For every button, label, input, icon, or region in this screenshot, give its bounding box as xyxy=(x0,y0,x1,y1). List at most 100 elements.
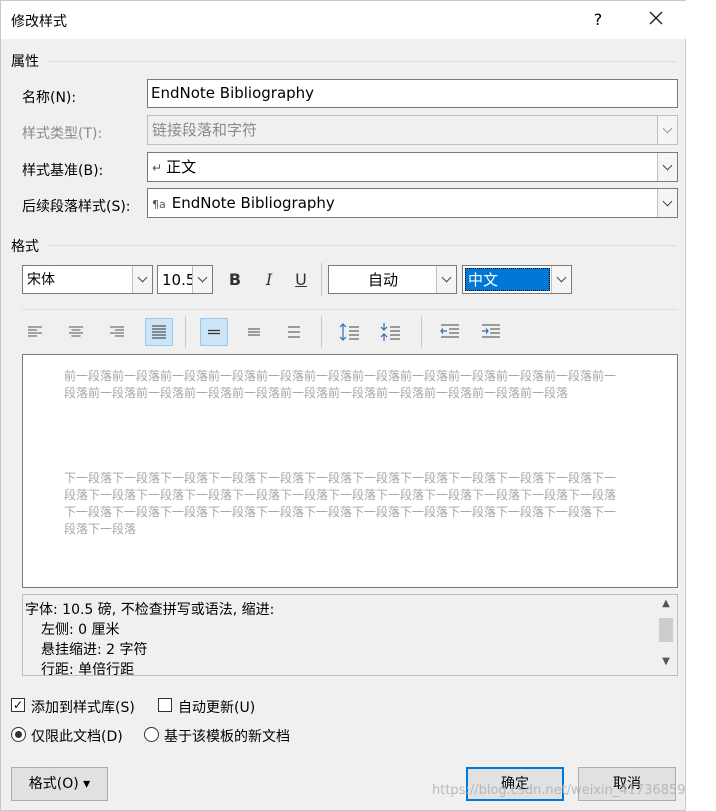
name-field[interactable]: EndNote Bibliography xyxy=(147,79,678,108)
close-button[interactable] xyxy=(639,7,673,33)
chevron-down-icon xyxy=(137,272,148,283)
one-half-spacing-button[interactable] xyxy=(241,319,267,345)
script-select[interactable]: 中文 xyxy=(462,265,572,294)
style-preview: 前一段落前一段落前一段落前一段落前一段落前一段落前一段落前一段落前一段落前一段落… xyxy=(22,354,678,588)
scroll-down-icon[interactable]: ▼ xyxy=(656,656,676,672)
font-color-select[interactable]: 自动 xyxy=(328,265,457,294)
decrease-indent-icon xyxy=(440,324,459,338)
scroll-up-icon[interactable]: ▲ xyxy=(656,598,676,614)
style-based-on-value-wrap: ↵ 正文 xyxy=(152,153,196,182)
radio-selected-dot xyxy=(15,731,22,738)
one-half-spacing-icon xyxy=(248,328,260,336)
auto-update-label[interactable]: 自动更新(U) xyxy=(178,697,255,717)
toolbar-divider xyxy=(22,309,678,310)
font-color-dropdown[interactable] xyxy=(436,266,456,293)
script-value: 中文 xyxy=(465,268,550,291)
bold-button[interactable]: B xyxy=(222,266,248,292)
decrease-spacing-icon xyxy=(380,323,400,341)
style-type-value: 链接段落和字符 xyxy=(152,121,258,139)
toolbar-separator xyxy=(321,316,322,348)
help-button[interactable]: ? xyxy=(581,7,615,33)
watermark: https://blog.csdn.net/weixin_41736859 xyxy=(432,783,686,798)
justify-button[interactable] xyxy=(145,318,173,346)
this-document-only-radio[interactable] xyxy=(11,727,26,742)
font-value: 宋体 xyxy=(27,272,55,288)
name-label: 名称(N): xyxy=(22,90,77,106)
single-spacing-button[interactable] xyxy=(200,318,228,346)
new-documents-radio[interactable] xyxy=(144,727,159,742)
chevron-down-icon xyxy=(441,272,452,283)
description-line: 行距: 单倍行距 xyxy=(41,662,135,676)
next-style-label: 后续段落样式(S): xyxy=(22,199,131,215)
auto-update-checkbox[interactable] xyxy=(158,698,172,712)
title-bar: 修改样式 ? xyxy=(1,1,687,39)
align-right-icon xyxy=(110,326,124,337)
chevron-down-icon xyxy=(662,123,673,133)
style-based-on-dropdown[interactable] xyxy=(657,153,677,181)
toolbar-separator xyxy=(421,316,422,348)
style-type-label: 样式类型(T): xyxy=(22,126,103,142)
font-size-value: 10.5 xyxy=(162,271,196,289)
scroll-thumb[interactable] xyxy=(659,618,673,642)
description-line: 悬挂缩进: 2 字符 xyxy=(41,642,148,658)
properties-section-label: 属性 xyxy=(11,54,39,70)
style-type-dropdown xyxy=(657,116,677,144)
align-center-button[interactable] xyxy=(63,319,89,345)
toolbar-separator xyxy=(321,263,322,296)
font-size-dropdown[interactable] xyxy=(192,266,212,293)
chevron-down-icon xyxy=(662,160,673,170)
font-color-value: 自动 xyxy=(367,271,398,289)
dialog-title: 修改样式 xyxy=(11,14,67,30)
increase-spacing-icon xyxy=(339,323,359,341)
increase-indent-button[interactable] xyxy=(478,319,504,345)
toolbar-separator xyxy=(185,316,186,348)
new-documents-label[interactable]: 基于该模板的新文档 xyxy=(164,726,290,746)
style-description: 字体: 10.5 磅, 不检查拼写或语法, 缩进: 左侧: 0 厘米 悬挂缩进:… xyxy=(22,594,678,676)
align-right-button[interactable] xyxy=(104,319,130,345)
font-dropdown[interactable] xyxy=(132,266,152,293)
increase-indent-icon xyxy=(482,324,500,338)
font-size-select[interactable]: 10.5 xyxy=(157,265,213,294)
this-document-only-label[interactable]: 仅限此文档(D) xyxy=(31,726,123,746)
decrease-indent-button[interactable] xyxy=(437,319,463,345)
format-menu-button[interactable]: 格式(O) ▾ xyxy=(11,767,108,801)
chevron-down-icon xyxy=(556,272,567,283)
increase-paragraph-spacing-button[interactable] xyxy=(336,319,362,345)
style-based-on-value: 正文 xyxy=(166,158,197,176)
next-style-dropdown[interactable] xyxy=(657,189,677,217)
underline-button[interactable]: U xyxy=(288,266,314,292)
chevron-down-icon xyxy=(662,196,673,206)
italic-button[interactable]: I xyxy=(256,266,282,292)
add-to-gallery-label[interactable]: 添加到样式库(S) xyxy=(31,697,135,717)
double-spacing-button[interactable] xyxy=(281,319,307,345)
double-spacing-icon xyxy=(288,326,300,338)
paragraph-style-icon: ¶a xyxy=(152,198,166,211)
align-left-icon xyxy=(28,326,42,337)
add-to-gallery-checkbox[interactable]: ✓ xyxy=(11,698,25,712)
style-type-select: 链接段落和字符 xyxy=(147,115,678,145)
modify-style-dialog: 修改样式 ? 属性 名称(N): EndNote Bibliography 样式… xyxy=(0,0,687,811)
style-based-on-select[interactable]: ↵ 正文 xyxy=(147,152,678,182)
description-scrollbar[interactable]: ▲ ▼ xyxy=(656,596,676,674)
script-dropdown[interactable] xyxy=(551,266,571,293)
decrease-paragraph-spacing-button[interactable] xyxy=(377,319,403,345)
close-icon xyxy=(649,11,663,25)
description-line: 字体: 10.5 磅, 不检查拼写或语法, 缩进: xyxy=(25,602,275,618)
next-style-value: EndNote Bibliography xyxy=(171,194,335,212)
properties-divider xyxy=(49,61,677,62)
previous-paragraph-preview: 前一段落前一段落前一段落前一段落前一段落前一段落前一段落前一段落前一段落前一段落… xyxy=(64,369,617,400)
font-select[interactable]: 宋体 xyxy=(22,265,153,294)
next-style-select[interactable]: ¶a EndNote Bibliography xyxy=(147,188,678,218)
format-section-label: 格式 xyxy=(11,239,39,255)
style-based-on-label: 样式基准(B): xyxy=(22,163,104,179)
next-paragraph-preview: 下一段落下一段落下一段落下一段落下一段落下一段落下一段落下一段落下一段落下一段落… xyxy=(64,471,617,536)
next-style-value-wrap: ¶a EndNote Bibliography xyxy=(152,189,335,219)
single-spacing-icon xyxy=(208,329,220,335)
align-left-button[interactable] xyxy=(22,319,48,345)
align-center-icon xyxy=(69,326,83,337)
justify-icon xyxy=(152,325,166,339)
format-divider xyxy=(49,245,677,246)
chevron-down-icon xyxy=(197,272,208,283)
paragraph-return-icon: ↵ xyxy=(152,161,163,175)
description-line: 左侧: 0 厘米 xyxy=(41,622,120,638)
